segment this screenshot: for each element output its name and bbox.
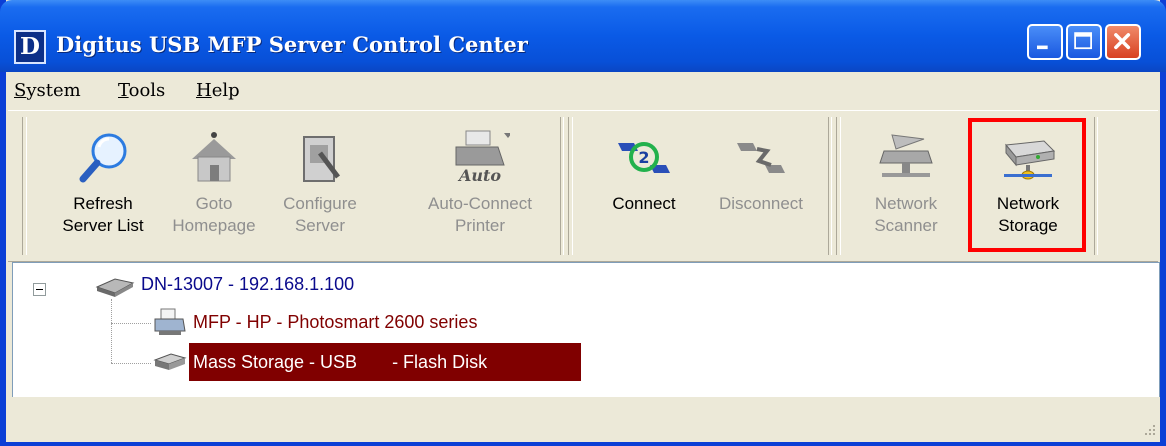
auto-printer-icon-text: Auto (457, 166, 501, 185)
menu-tools-mnemonic: T (118, 80, 129, 101)
tree-line (111, 299, 112, 363)
configure-server-button[interactable]: Configure Server (270, 129, 370, 255)
auto-connect-label-line1: Auto-Connect (428, 194, 532, 213)
tree-line (111, 363, 151, 364)
refresh-label-line1: Refresh (73, 194, 133, 213)
configure-icon (303, 136, 340, 182)
server-node[interactable]: DN-13007 - 192.168.1.100 (141, 274, 354, 295)
auto-connect-printer-button[interactable]: Auto Auto-Connect Printer (414, 129, 546, 255)
refresh-label: Refresh Server List (48, 193, 158, 237)
scanner-icon (879, 134, 933, 177)
goto-homepage-label: Goto Homepage (160, 193, 268, 237)
minimize-icon (1037, 45, 1048, 50)
scanner-label-line1: Network (874, 194, 938, 213)
magnifier-icon (79, 133, 127, 183)
connect-label: Connect (594, 193, 694, 215)
auto-connect-label-line2: Printer (454, 216, 506, 235)
house-icon (192, 132, 236, 182)
menu-system[interactable]: System (14, 80, 81, 101)
menu-tools-label: ools (128, 80, 166, 101)
device-node-mfp[interactable]: MFP - HP - Photosmart 2600 series (193, 312, 477, 333)
menu-help-label: elp (211, 80, 240, 101)
menu-bar: System Tools Help (6, 72, 1160, 108)
configure-label-line1: Configure (283, 194, 357, 213)
app-logo-icon: D (14, 30, 46, 64)
menu-help[interactable]: Help (196, 80, 240, 101)
disconnect-icon (737, 143, 785, 173)
status-bar (6, 397, 1160, 442)
auto-printer-icon: Auto (455, 130, 510, 185)
goto-label-line2: Homepage (172, 216, 256, 235)
toolbar-separator-3 (1094, 117, 1098, 255)
maximize-icon (1074, 32, 1092, 50)
disconnect-label: Disconnect (702, 193, 820, 215)
toolbar-grip-2[interactable] (568, 117, 573, 255)
refresh-label-line2: Server List (62, 216, 144, 235)
title-bar[interactable]: D Digitus USB MFP Server Control Center (0, 0, 1166, 72)
device-node-storage[interactable]: Mass Storage - USB - Flash Disk (193, 352, 487, 373)
toolbar-grip[interactable] (22, 117, 27, 255)
collapse-toggle-icon[interactable] (33, 283, 46, 296)
toolbar-grip-3[interactable] (836, 117, 841, 255)
disconnect-label-line1: Disconnect (718, 194, 804, 213)
printer-icon (154, 308, 186, 335)
menu-system-label: ystem (26, 80, 81, 101)
mass-storage-icon (153, 353, 187, 370)
server-tree[interactable]: DN-13007 - 192.168.1.100 MFP - HP - Phot… (12, 262, 1160, 398)
goto-homepage-button[interactable]: Goto Homepage (160, 129, 268, 255)
menu-system-mnemonic: S (14, 80, 27, 101)
network-scanner-button[interactable]: Network Scanner (856, 129, 956, 255)
connect-icon: 2 (618, 142, 670, 173)
menu-help-mnemonic: H (196, 80, 212, 101)
toolbar-separator (560, 117, 564, 255)
tree-line (111, 323, 151, 324)
goto-label-line1: Goto (195, 194, 233, 213)
server-device-icon (95, 278, 135, 297)
network-scanner-label: Network Scanner (856, 193, 956, 237)
network-storage-highlight (968, 118, 1086, 252)
disconnect-button[interactable]: Disconnect (702, 129, 820, 255)
configure-label: Configure Server (270, 193, 370, 237)
auto-connect-label: Auto-Connect Printer (414, 193, 546, 237)
svg-text:2: 2 (638, 148, 649, 167)
connect-label-line1: Connect (612, 194, 676, 213)
configure-label-line2: Server (294, 216, 346, 235)
scanner-label-line2: Scanner (874, 216, 938, 235)
menu-tools[interactable]: Tools (118, 80, 165, 101)
window-title: Digitus USB MFP Server Control Center (56, 32, 528, 57)
refresh-server-list-button[interactable]: Refresh Server List (48, 129, 158, 255)
maximize-button[interactable] (1066, 24, 1102, 60)
resize-grip-icon[interactable] (1142, 422, 1156, 436)
connect-button[interactable]: 2 Connect (594, 129, 694, 255)
close-icon (1114, 33, 1131, 50)
app-window: D Digitus USB MFP Server Control Center … (0, 0, 1166, 446)
close-button[interactable] (1105, 24, 1141, 60)
toolbar-separator-2 (828, 117, 832, 255)
minimize-button[interactable] (1027, 24, 1063, 60)
